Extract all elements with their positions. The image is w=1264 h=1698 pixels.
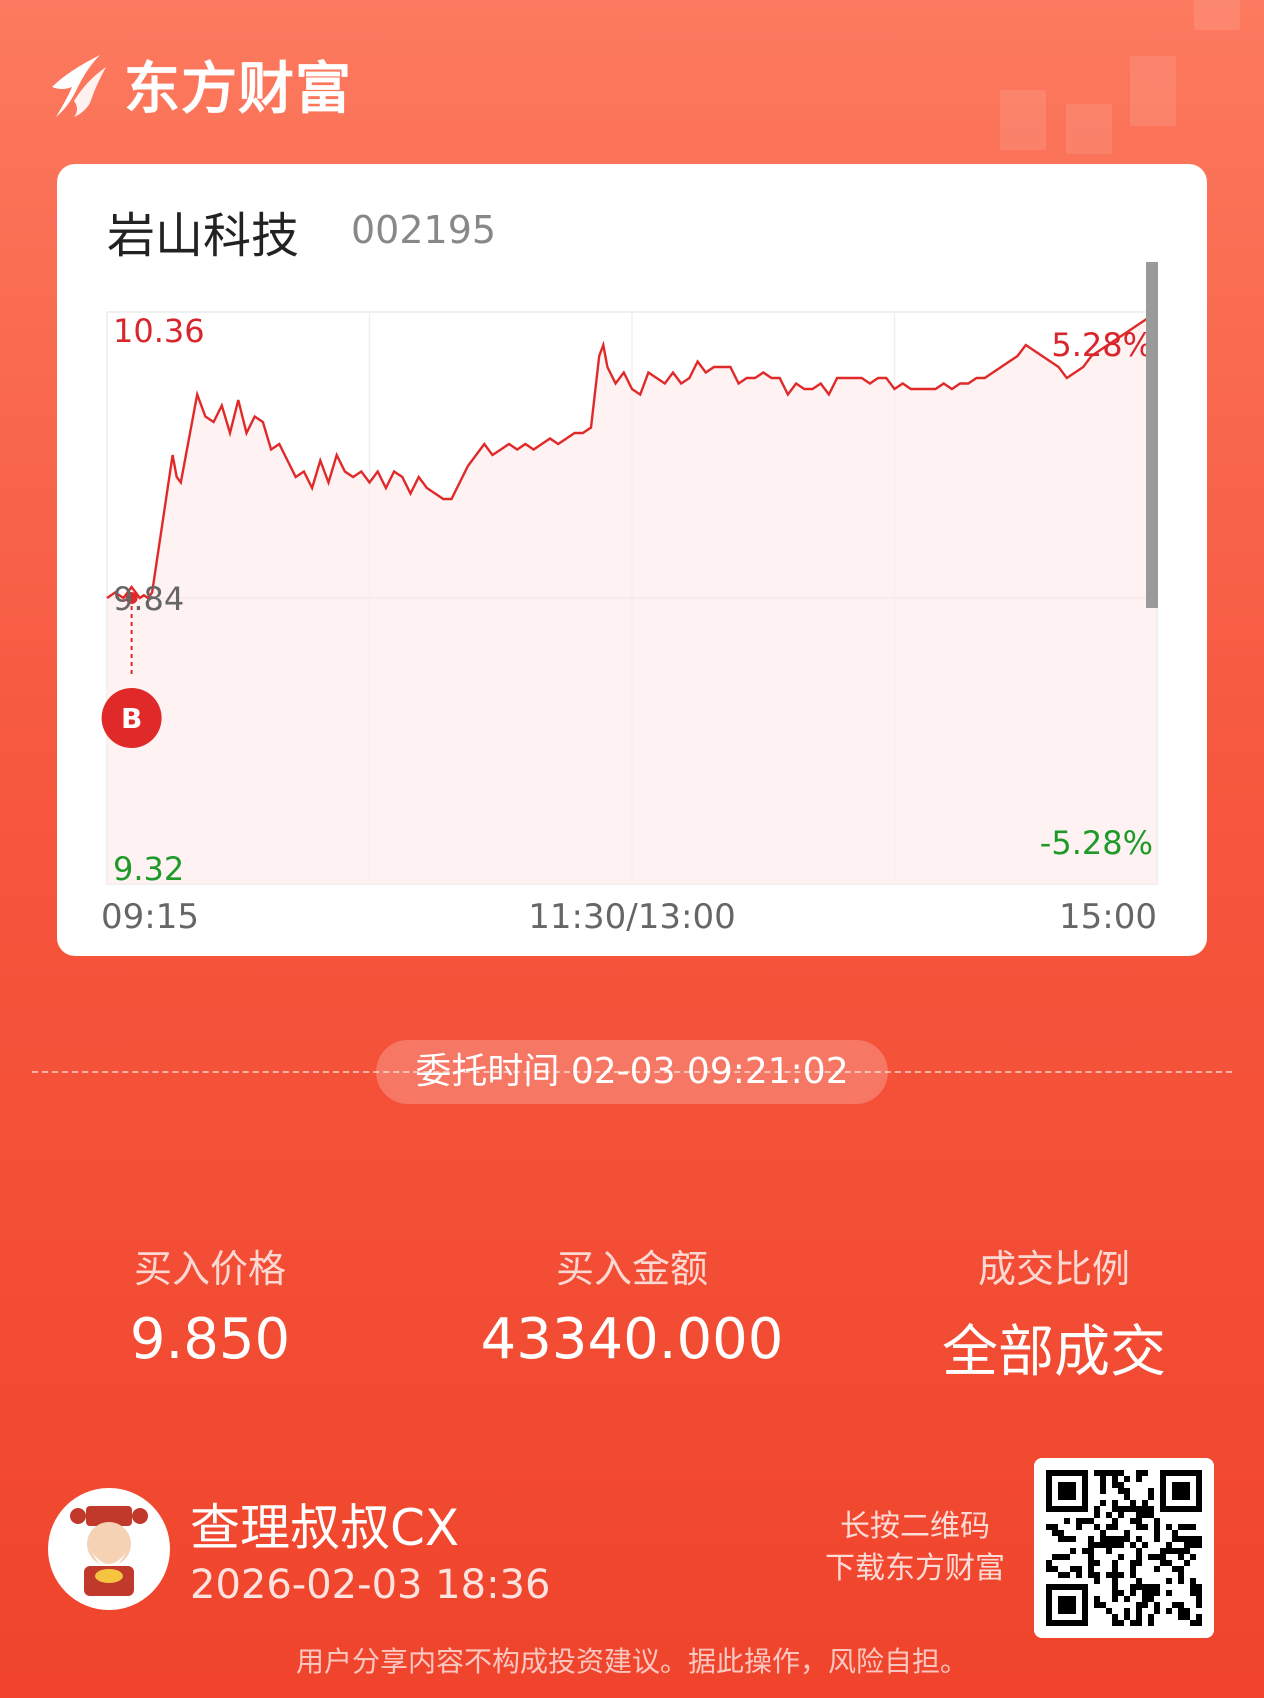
brand-name: 东方财富 [124, 57, 352, 122]
y-label-low: 9.32 [113, 850, 184, 888]
avatar-caishen-icon [70, 1506, 148, 1596]
y-label-base: 9.84 [113, 580, 184, 618]
y-label-high: 10.36 [113, 312, 205, 350]
qr-hint-line2: 下载东方财富 [825, 1551, 1005, 1586]
stat-label: 买入价格 [133, 1247, 286, 1291]
bg-candle [1000, 90, 1046, 150]
qr-hint: 长按二维码 下载东方财富 [800, 1506, 1030, 1590]
stat-buy-price: 买入价格 9.850 [30, 1238, 390, 1372]
brand-logo: 东方财富 [46, 44, 352, 125]
qr-hint-line1: 长按二维码 [840, 1509, 990, 1544]
stat-label: 买入金额 [555, 1247, 708, 1291]
x-tick-open: 09:15 [101, 897, 199, 937]
disclaimer: 用户分享内容不构成投资建议。据此操作，风险自担。 [295, 1645, 968, 1678]
chart-scrollbar[interactable] [1146, 262, 1158, 608]
x-tick-midday: 11:30/13:00 [528, 897, 735, 937]
order-time-value: 02-03 09:21:02 [570, 1051, 849, 1092]
bg-candle [1130, 56, 1176, 126]
y-pct-high: 5.28% [1051, 326, 1153, 364]
avatar[interactable] [48, 1488, 170, 1610]
brand-flame-icon [52, 54, 106, 117]
stat-buy-amount: 买入金额 43340.000 [452, 1238, 812, 1372]
order-time-label: 委托时间 [415, 1051, 560, 1092]
user-name: 查理叔叔CX [190, 1499, 460, 1557]
x-tick-close: 15:00 [1059, 897, 1157, 937]
share-time: 2026-02-03 18:36 [190, 1562, 551, 1608]
price-area [107, 312, 1157, 884]
qr-code-icon [1046, 1470, 1202, 1626]
stat-label: 成交比例 [977, 1247, 1130, 1291]
stat-fill-ratio: 成交比例 全部成交 [874, 1238, 1234, 1388]
stat-value: 9.850 [129, 1307, 291, 1372]
stat-value: 全部成交 [942, 1320, 1166, 1385]
y-pct-low: -5.28% [1040, 824, 1153, 862]
intraday-chart: B 10.36 9.84 9.32 5.28% -5.28% 09:15 11:… [101, 311, 1158, 937]
bg-candle [1194, 0, 1240, 30]
order-time-pill: 委托时间 02-03 09:21:02 [376, 1040, 888, 1104]
stat-value: 43340.000 [480, 1307, 784, 1372]
bg-candle [1066, 104, 1112, 154]
stock-chart-card: 岩山科技 002195 B 10.36 9.84 9.32 5.28% -5.2… [57, 164, 1207, 956]
buy-marker-label: B [121, 702, 142, 735]
qr-code[interactable] [1034, 1458, 1214, 1638]
